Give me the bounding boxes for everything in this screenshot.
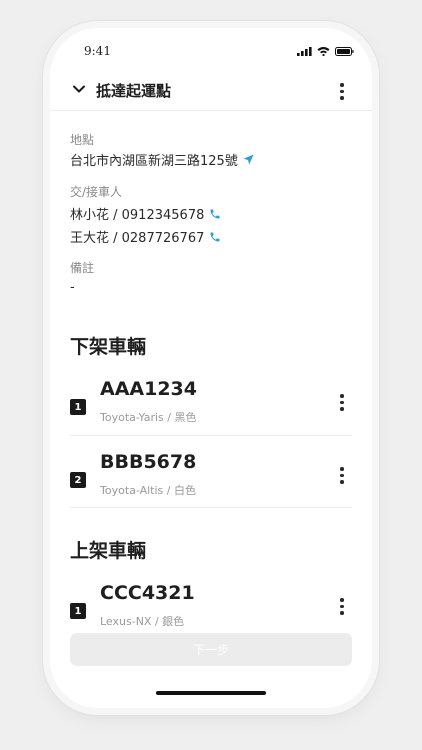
next-step-label: 下一步 xyxy=(192,643,229,657)
battery-icon xyxy=(335,46,354,56)
vehicle-model: Toyota-Altis / 白色 xyxy=(100,484,196,497)
phone-icon[interactable] xyxy=(209,208,221,220)
dot xyxy=(340,604,344,608)
dot xyxy=(340,407,344,411)
home-indicator xyxy=(156,691,266,695)
wifi-icon xyxy=(317,47,330,56)
vehicle-plate: CCC4321 xyxy=(100,582,195,604)
location-address: 台北市內湖區新湖三路125號 xyxy=(70,154,238,169)
divider xyxy=(70,507,352,508)
unload-section-title: 下架車輛 xyxy=(70,336,147,358)
dot xyxy=(340,473,344,477)
status-time: 9:41 xyxy=(84,44,111,58)
dot xyxy=(340,400,344,404)
divider xyxy=(70,435,352,436)
page-title: 抵達起運點 xyxy=(96,82,172,100)
vehicle-row[interactable]: 2 BBB5678 Toyota-Altis / 白色 xyxy=(70,439,352,511)
vehicle-row[interactable]: 1 AAA1234 Toyota-Yaris / 黑色 xyxy=(70,366,352,438)
header-more-button[interactable] xyxy=(340,83,344,100)
signal-icon xyxy=(297,46,312,56)
app-bar: 抵達起運點 xyxy=(50,72,372,111)
navigation-arrow-icon[interactable] xyxy=(243,154,254,165)
dot xyxy=(340,394,344,398)
location-label: 地點 xyxy=(70,133,95,147)
contact-text: 林小花 / 0912345678 xyxy=(70,208,205,223)
contacts-label: 交/接車人 xyxy=(70,185,123,199)
next-step-button[interactable]: 下一步 xyxy=(70,633,352,666)
vehicle-more-button[interactable] xyxy=(340,467,344,484)
note-label: 備註 xyxy=(70,261,95,275)
vehicle-plate: BBB5678 xyxy=(100,451,197,473)
vehicle-plate: AAA1234 xyxy=(100,378,197,400)
vehicle-more-button[interactable] xyxy=(340,598,344,615)
vehicle-model: Lexus-NX / 銀色 xyxy=(100,615,185,628)
dot xyxy=(340,89,344,93)
vehicle-index-badge: 1 xyxy=(70,603,86,619)
phone-icon[interactable] xyxy=(209,231,221,243)
vehicle-row[interactable]: 1 CCC4321 Lexus-NX / 銀色 xyxy=(70,570,352,642)
dot xyxy=(340,467,344,471)
contact-row[interactable]: 王大花 / 0287726767 xyxy=(70,227,221,246)
vehicle-model: Toyota-Yaris / 黑色 xyxy=(100,411,197,424)
dot xyxy=(340,96,344,100)
phone-frame: 9:41 抵達起運點 地點 台北市內湖區新湖三路125號 交/接車人 林小花 /… xyxy=(50,28,372,708)
load-section-title: 上架車輛 xyxy=(70,540,147,562)
dot xyxy=(340,83,344,87)
status-bar: 9:41 xyxy=(50,28,372,72)
status-icons xyxy=(297,46,354,56)
vehicle-index-badge: 1 xyxy=(70,399,86,415)
note-value: - xyxy=(70,280,75,295)
chevron-down-icon[interactable] xyxy=(72,82,86,96)
vehicle-more-button[interactable] xyxy=(340,394,344,411)
dot xyxy=(340,598,344,602)
contact-text: 王大花 / 0287726767 xyxy=(70,231,205,246)
vehicle-index-badge: 2 xyxy=(70,472,86,488)
dot xyxy=(340,480,344,484)
contact-row[interactable]: 林小花 / 0912345678 xyxy=(70,204,221,223)
location-row: 台北市內湖區新湖三路125號 xyxy=(70,150,254,169)
dot xyxy=(340,611,344,615)
